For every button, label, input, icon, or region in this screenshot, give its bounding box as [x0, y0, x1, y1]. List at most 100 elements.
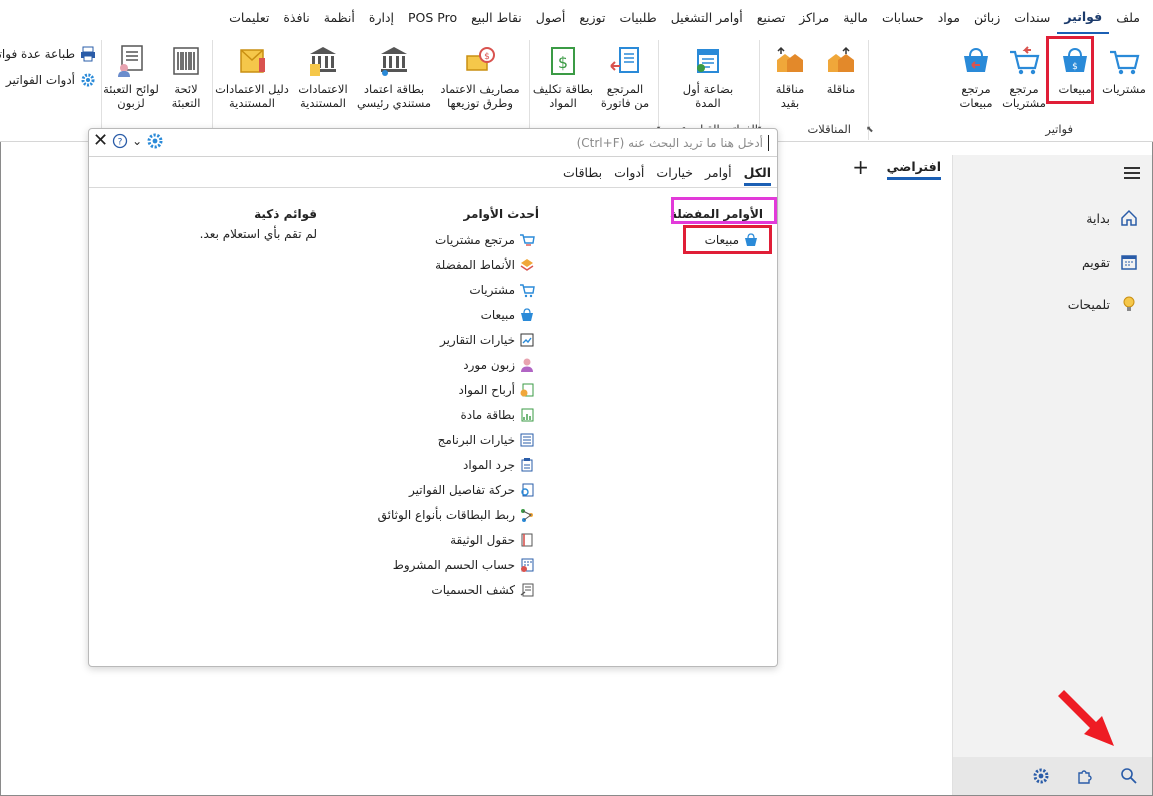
printer-icon [81, 46, 95, 62]
tab-default[interactable]: افتراضي [886, 159, 941, 180]
menu-assets[interactable]: أصول [529, 0, 573, 36]
add-tab-button[interactable]: + [852, 155, 869, 179]
sidebar-item-tips[interactable]: تلميحات [1068, 295, 1138, 313]
menu-finance[interactable]: مالية [836, 0, 875, 36]
material-card-icon [521, 408, 534, 421]
invoice-tools-button[interactable]: أدوات الفواتير ⌄ [0, 72, 96, 88]
recent-item[interactable]: مرتجع مشتريات [378, 227, 535, 252]
credits-guide-icon [240, 49, 265, 73]
recent-item[interactable]: بطاقة مادة [378, 402, 535, 427]
menu-manufacturing[interactable]: تصنيع [750, 0, 793, 36]
purchases-button[interactable]: مشتريات [1099, 44, 1149, 96]
credits-guide-button[interactable]: دليل الاعتمادات المستندية [212, 44, 292, 110]
puzzle-icon[interactable] [1076, 767, 1094, 785]
hamburger-menu-icon[interactable] [1124, 167, 1140, 182]
menu-work-orders[interactable]: أوامر التشغيل [664, 0, 750, 36]
menu-pos[interactable]: نقاط البيع [464, 0, 529, 36]
recent-item[interactable]: كشف الحسميات [378, 577, 535, 602]
recent-item[interactable]: ربط البطاقات بأنواع الوثائق [378, 502, 535, 527]
chevron-down-icon[interactable]: ⌄ [132, 134, 142, 148]
main-credit-card-label-1: بطاقة اعتماد [363, 82, 425, 96]
menu-help[interactable]: تعليمات [222, 0, 276, 36]
menu-invoices[interactable]: فواتير [1057, 2, 1110, 34]
purchase-return-button[interactable]: مرتجع مشتريات [1001, 44, 1047, 110]
menu-orders[interactable]: طلبيات [613, 0, 664, 36]
recent-item[interactable]: أرباح المواد [378, 377, 535, 402]
opening-goods-label-1: بضاعة أول [682, 82, 734, 96]
recent-item-label: خيارات التقارير [439, 332, 515, 347]
menu-file[interactable]: ملف [1109, 0, 1147, 36]
sidebar-item-start[interactable]: بداية [1086, 209, 1138, 227]
recent-item[interactable]: خيارات البرنامج [378, 427, 535, 452]
credit-expenses-button[interactable]: $ مصاريف الاعتماد وطرق توزيعها [434, 44, 526, 110]
customer-packing-button[interactable]: لوائح التعبئة لزبون [101, 44, 161, 110]
recent-item[interactable]: الأنماط المفضلة [378, 252, 535, 277]
warehouse-transfer-entry-icon [777, 46, 803, 72]
invoice-tools-label: أدوات الفواتير [5, 73, 75, 87]
menu-customers[interactable]: زبائن [967, 0, 1007, 36]
credit-expenses-label-1: مصاريف الاعتماد [440, 82, 520, 96]
recent-item[interactable]: زبون مورد [378, 352, 535, 377]
tab-commands[interactable]: أوامر [705, 165, 732, 186]
purchase-return-label-1: مرتجع [1009, 82, 1039, 96]
recent-item-label: حقول الوثيقة [450, 532, 515, 547]
tab-all[interactable]: الكل [743, 165, 771, 186]
recent-item[interactable]: حركة تفاصيل الفواتير [378, 477, 535, 502]
cart-icon [520, 283, 535, 297]
close-icon[interactable]: ✕ [93, 132, 108, 150]
packing-list-button[interactable]: لائحة التعبئة [163, 44, 209, 110]
tab-cards[interactable]: بطاقات [563, 165, 602, 186]
search-tools: ✕ ? ⌄ [93, 132, 164, 150]
smart-lists-title: قوائم ذكية [254, 207, 317, 221]
styles-icon [520, 258, 534, 271]
help-icon[interactable]: ? [112, 133, 128, 149]
menu-accounts[interactable]: حسابات [875, 0, 931, 36]
material-cost-card-button[interactable]: $ بطاقة تكليف المواد [531, 44, 595, 110]
recent-item[interactable]: جرد المواد [378, 452, 535, 477]
menu-admin[interactable]: إدارة [362, 0, 401, 36]
transfer-entry-button[interactable]: مناقلة بقيد [765, 44, 815, 110]
main-credit-card-button[interactable]: بطاقة اعتماد مستندي رئيسي [354, 44, 434, 110]
favorite-sales-highlight [683, 225, 772, 254]
recent-item[interactable]: مشتريات [378, 277, 535, 302]
menu-bar: ملف فواتير سندات زبائن مواد حسابات مالية… [0, 0, 1153, 36]
invoices-group-label: فواتير [1045, 122, 1073, 136]
recent-item-label: مبيعات [480, 307, 515, 322]
recent-item[interactable]: مبيعات [378, 302, 535, 327]
tab-options[interactable]: خيارات [656, 165, 693, 186]
recent-item-label: مشتريات [469, 282, 515, 297]
recent-item[interactable]: خيارات التقارير [378, 327, 535, 352]
sales-return-button[interactable]: مرتجع مبيعات [953, 44, 999, 110]
settings-gear-icon[interactable] [1032, 767, 1050, 785]
documentary-credits-button[interactable]: الاعتمادات المستندية [292, 44, 354, 110]
search-input[interactable]: أدخل هنا ما تريد البحث عنه (Ctrl+F) [577, 136, 763, 150]
tab-strip: افتراضي + [779, 155, 951, 185]
search-icon[interactable] [1120, 767, 1138, 785]
menu-materials[interactable]: مواد [931, 0, 967, 36]
return-from-invoice-button[interactable]: المرتجع من فاتورة [595, 44, 655, 110]
menu-vouchers[interactable]: سندات [1007, 0, 1057, 36]
documentary-credits-label-2: المستندية [300, 96, 346, 110]
recent-item-label: حركة تفاصيل الفواتير [409, 482, 515, 497]
opening-goods-button[interactable]: بضاعة أول المدة [668, 44, 748, 110]
menu-pos-pro[interactable]: POS Pro [401, 0, 464, 36]
transfer-button[interactable]: مناقلة [817, 44, 865, 96]
menu-centers[interactable]: مراكز [792, 0, 836, 36]
sidebar-item-calendar[interactable]: تقويم [1082, 253, 1138, 271]
tab-tools[interactable]: أدوات [614, 165, 644, 186]
svg-text:$: $ [558, 53, 568, 72]
return-basket-icon [964, 47, 988, 72]
menu-systems[interactable]: أنظمة [317, 0, 362, 36]
print-multiple-button[interactable]: طباعة عدة فواتير [0, 46, 96, 62]
invoice-return-icon [610, 47, 639, 73]
invoices-group-launcher-icon[interactable]: ⬉ [866, 125, 874, 135]
recent-item[interactable]: حساب الحسم المشروط [378, 552, 535, 577]
menu-window[interactable]: نافذة [276, 0, 316, 36]
recent-item-label: كشف الحسميات [431, 582, 515, 597]
menu-distribution[interactable]: توزيع [572, 0, 612, 36]
recent-item[interactable]: حقول الوثيقة [378, 527, 535, 552]
sidebar-item-tips-label: تلميحات [1067, 296, 1110, 312]
ribbon-group-standard-invoices: بضاعة أول المدة الفواتير القياسية ⬉ [656, 40, 758, 140]
search-settings-gear-icon[interactable] [146, 132, 164, 150]
credits-guide-label-1: دليل الاعتمادات [215, 82, 289, 96]
